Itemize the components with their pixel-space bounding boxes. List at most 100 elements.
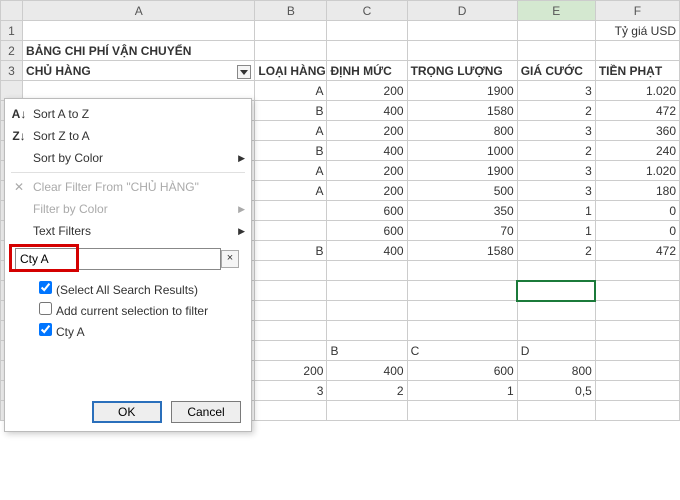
cell[interactable]: 360 xyxy=(595,121,679,141)
cell[interactable]: 800 xyxy=(517,361,595,381)
cell[interactable]: 3 xyxy=(517,81,595,101)
cell[interactable]: 500 xyxy=(407,181,517,201)
check-add-current[interactable]: Add current selection to filter xyxy=(35,299,241,320)
cell[interactable]: 1580 xyxy=(407,101,517,121)
cell[interactable] xyxy=(255,201,327,221)
cell[interactable]: A xyxy=(255,181,327,201)
checkbox[interactable] xyxy=(39,302,52,315)
filter-header-cell[interactable]: CHỦ HÀNG xyxy=(23,61,255,81)
cell[interactable]: B xyxy=(255,141,327,161)
cell[interactable]: B xyxy=(327,341,407,361)
check-cty-a[interactable]: Cty A xyxy=(35,320,241,341)
cell[interactable]: 70 xyxy=(407,221,517,241)
cell[interactable]: 1900 xyxy=(407,81,517,101)
cell[interactable]: A xyxy=(255,81,327,101)
cell[interactable]: 400 xyxy=(327,101,407,121)
cell[interactable] xyxy=(595,41,679,61)
cell[interactable] xyxy=(327,41,407,61)
check-select-all[interactable]: (Select All Search Results) xyxy=(35,278,241,299)
header-cell[interactable]: ĐỊNH MỨC xyxy=(327,61,407,81)
cell[interactable]: 3 xyxy=(517,181,595,201)
active-cell[interactable] xyxy=(517,281,595,301)
col-header-A[interactable]: A xyxy=(23,1,255,21)
cell[interactable]: 180 xyxy=(595,181,679,201)
cell[interactable]: 1.020 xyxy=(595,81,679,101)
col-header-E[interactable]: E xyxy=(517,1,595,21)
cell[interactable]: D xyxy=(517,341,595,361)
checkbox[interactable] xyxy=(39,323,52,336)
cell[interactable] xyxy=(255,41,327,61)
cell[interactable]: 400 xyxy=(327,241,407,261)
cell[interactable]: 1.020 xyxy=(595,161,679,181)
cell[interactable]: 1580 xyxy=(407,241,517,261)
clear-search-button[interactable]: × xyxy=(221,250,239,268)
cell[interactable]: 200 xyxy=(255,361,327,381)
table-title[interactable]: BẢNG CHI PHÍ VẬN CHUYỂN xyxy=(23,41,255,61)
col-header-B[interactable]: B xyxy=(255,1,327,21)
header-cell[interactable]: TIỀN PHẠT xyxy=(595,61,679,81)
col-header-D[interactable]: D xyxy=(407,1,517,21)
checkbox[interactable] xyxy=(39,281,52,294)
cell[interactable] xyxy=(517,41,595,61)
cell[interactable]: 400 xyxy=(327,361,407,381)
cell[interactable]: 400 xyxy=(327,141,407,161)
cell[interactable]: B xyxy=(255,101,327,121)
cell[interactable]: 200 xyxy=(327,181,407,201)
cell[interactable] xyxy=(517,21,595,41)
cell[interactable] xyxy=(595,361,679,381)
cell[interactable]: 240 xyxy=(595,141,679,161)
cell[interactable]: 350 xyxy=(407,201,517,221)
search-input[interactable] xyxy=(15,248,221,270)
cell[interactable] xyxy=(255,341,327,361)
col-header-F[interactable]: F xyxy=(595,1,679,21)
cell[interactable]: A xyxy=(255,161,327,181)
cell[interactable]: 3 xyxy=(517,161,595,181)
cell[interactable] xyxy=(255,221,327,241)
cell[interactable]: 600 xyxy=(327,221,407,241)
cell[interactable]: 2 xyxy=(517,101,595,121)
cell[interactable] xyxy=(407,41,517,61)
cell[interactable] xyxy=(327,21,407,41)
cell[interactable]: 200 xyxy=(327,81,407,101)
cell[interactable]: 200 xyxy=(327,161,407,181)
filter-dropdown-icon[interactable] xyxy=(237,65,251,79)
cell[interactable]: 3 xyxy=(517,121,595,141)
cell[interactable]: 0 xyxy=(595,221,679,241)
select-all-cell[interactable] xyxy=(1,1,23,21)
sort-by-color[interactable]: Sort by Color▶ xyxy=(5,147,251,169)
cell[interactable]: 1 xyxy=(517,221,595,241)
text-filters[interactable]: Text Filters▶ xyxy=(5,220,251,242)
row-header[interactable]: 2 xyxy=(1,41,23,61)
ok-button[interactable]: OK xyxy=(92,401,162,423)
cell[interactable]: 800 xyxy=(407,121,517,141)
cell[interactable]: 200 xyxy=(327,121,407,141)
cell[interactable] xyxy=(595,381,679,401)
header-cell[interactable]: GIÁ CƯỚC xyxy=(517,61,595,81)
cell[interactable]: B xyxy=(255,241,327,261)
cell[interactable]: C xyxy=(407,341,517,361)
cell[interactable]: 3 xyxy=(255,381,327,401)
cell[interactable] xyxy=(23,21,255,41)
cell[interactable]: 472 xyxy=(595,101,679,121)
cell[interactable]: 1 xyxy=(407,381,517,401)
cell[interactable]: A xyxy=(255,121,327,141)
row-header[interactable]: 3 xyxy=(1,61,23,81)
cell[interactable]: 600 xyxy=(327,201,407,221)
cell[interactable]: 472 xyxy=(595,241,679,261)
cell[interactable] xyxy=(407,21,517,41)
cell[interactable] xyxy=(595,341,679,361)
cell[interactable]: Tỷ giá USD xyxy=(595,21,679,41)
cell[interactable]: 1 xyxy=(517,201,595,221)
sort-az[interactable]: A↓Sort A to Z xyxy=(5,103,251,125)
row-header[interactable]: 1 xyxy=(1,21,23,41)
cell[interactable]: 2 xyxy=(517,241,595,261)
cell[interactable]: 0 xyxy=(595,201,679,221)
cell[interactable] xyxy=(255,21,327,41)
cell[interactable]: 2 xyxy=(517,141,595,161)
header-cell[interactable]: TRỌNG LƯỢNG xyxy=(407,61,517,81)
header-cell[interactable]: LOẠI HÀNG xyxy=(255,61,327,81)
cell[interactable]: 2 xyxy=(327,381,407,401)
cell[interactable]: 0,5 xyxy=(517,381,595,401)
sort-za[interactable]: Z↓Sort Z to A xyxy=(5,125,251,147)
col-header-C[interactable]: C xyxy=(327,1,407,21)
